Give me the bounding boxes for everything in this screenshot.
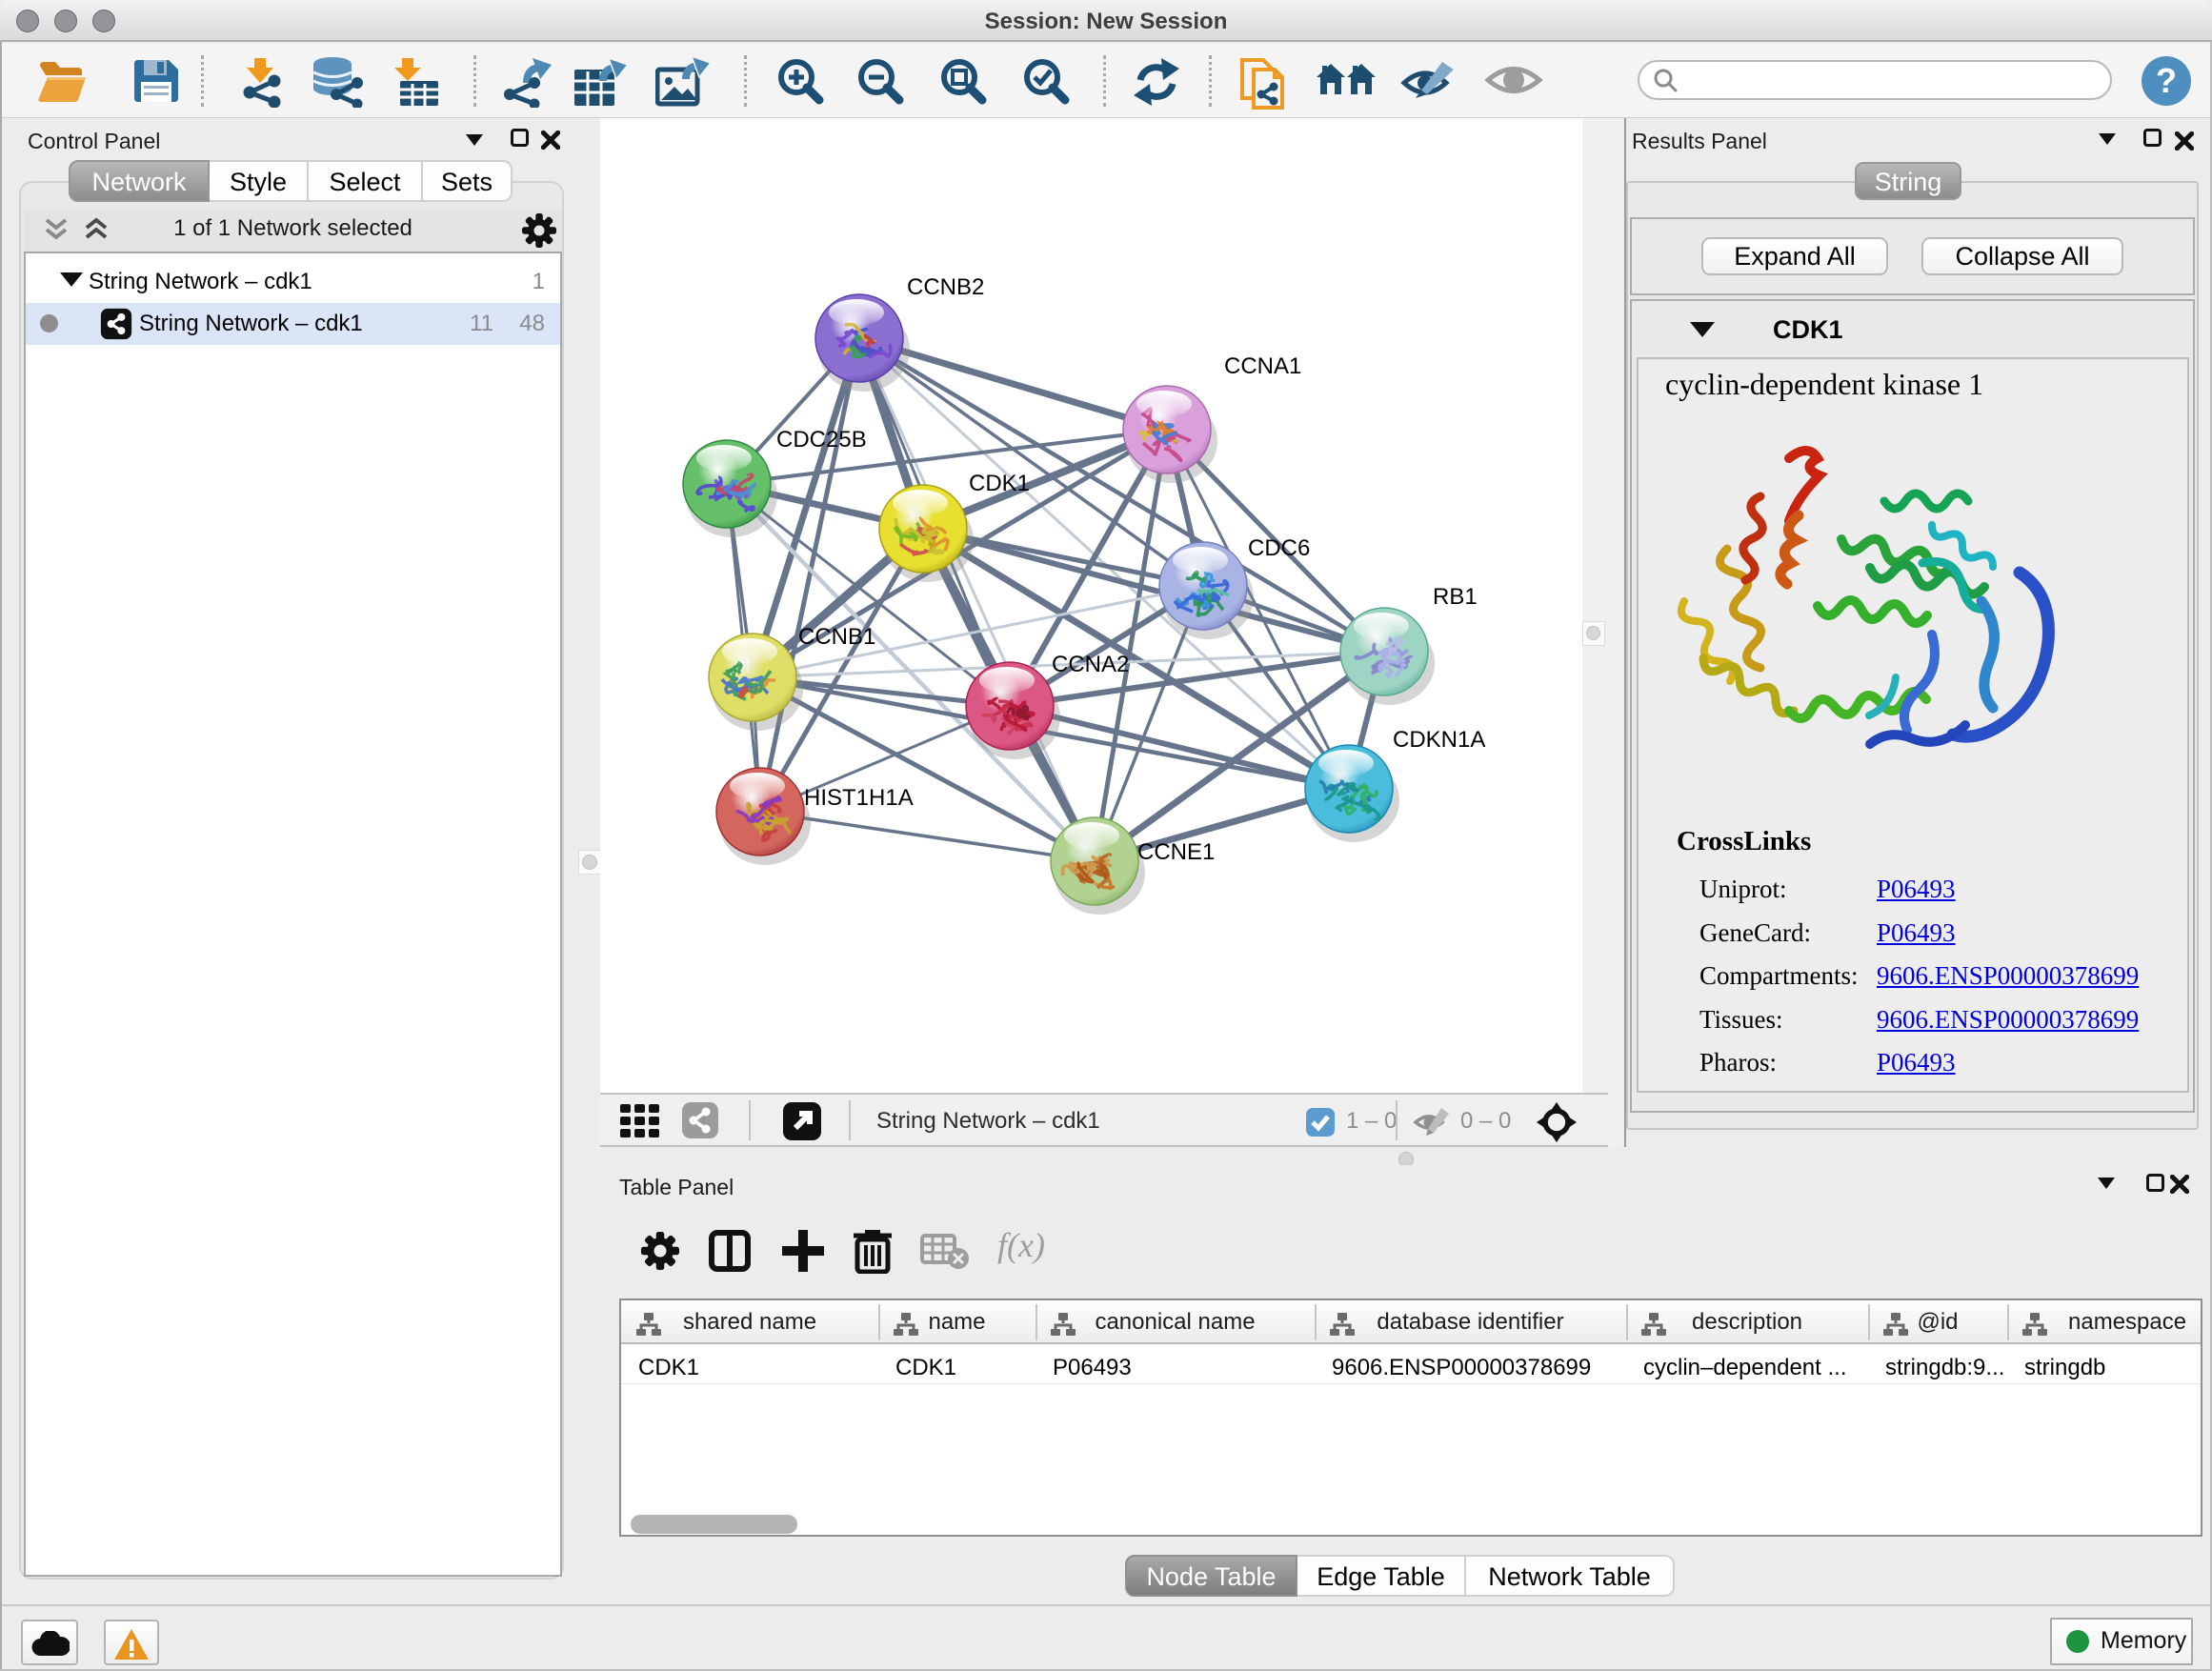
svg-text:CDK1: CDK1 — [969, 471, 1030, 496]
svg-text:CDC25B: CDC25B — [776, 427, 867, 453]
svg-text:CDC6: CDC6 — [1248, 535, 1310, 561]
svg-text:CCNB2: CCNB2 — [907, 274, 984, 300]
svg-text:CCNA1: CCNA1 — [1224, 353, 1301, 379]
svg-text:CCNA2: CCNA2 — [1052, 652, 1129, 677]
svg-text:CCNB1: CCNB1 — [798, 624, 875, 650]
svg-text:CDKN1A: CDKN1A — [1393, 727, 1485, 753]
svg-text:CCNE1: CCNE1 — [1137, 839, 1215, 865]
svg-text:?: ? — [2156, 61, 2177, 100]
svg-text:RB1: RB1 — [1433, 584, 1478, 610]
svg-text:HIST1H1A: HIST1H1A — [804, 785, 914, 811]
